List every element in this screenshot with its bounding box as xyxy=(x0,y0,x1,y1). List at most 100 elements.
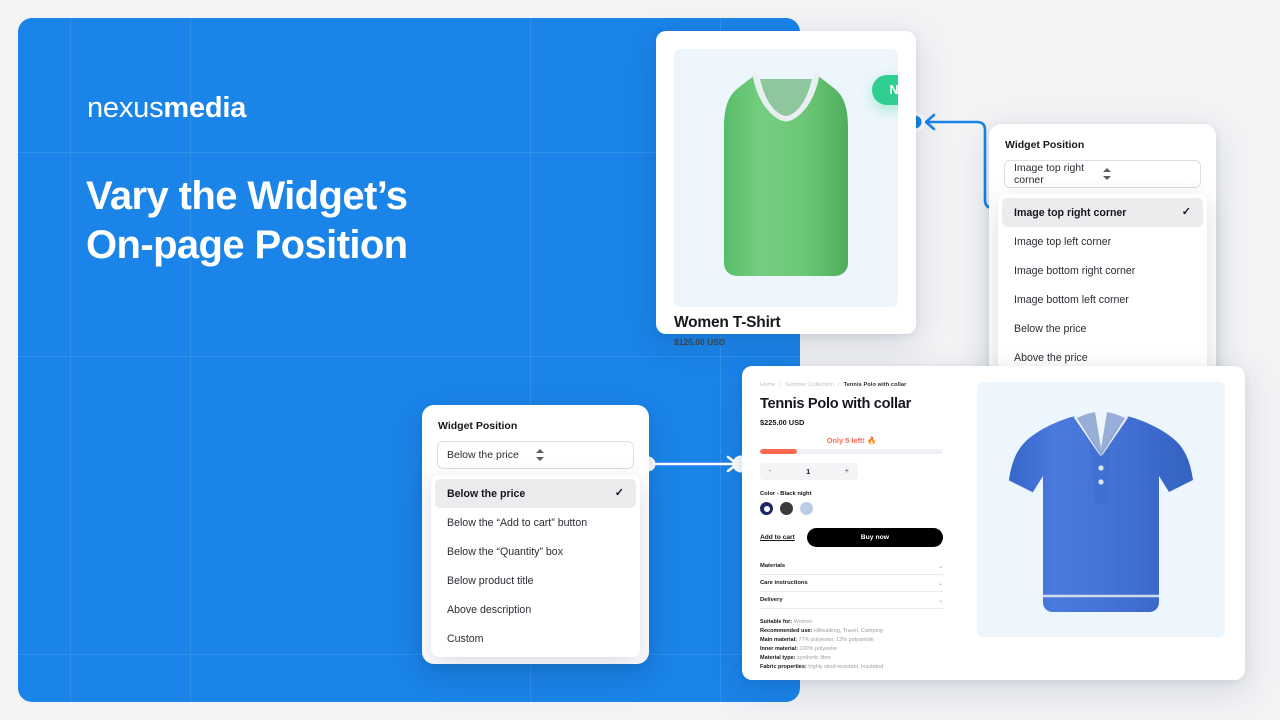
cta-row: Add to cart Buy now xyxy=(760,528,943,547)
spec-key: Fabric properties: xyxy=(760,663,807,670)
accordion-label: Materials xyxy=(760,563,786,569)
dropdown-option-label: Below the price xyxy=(1014,322,1087,335)
breadcrumb-separator: / xyxy=(779,382,781,388)
dropdown-option[interactable]: Below the price xyxy=(1002,314,1203,343)
spec-key: Suitable for: xyxy=(760,619,793,625)
pdp-gallery-column xyxy=(957,366,1245,680)
spec-value: synthetic fibre xyxy=(797,654,831,661)
accordion-list: Materials ⌄ Care instructions ⌄ Delivery… xyxy=(760,558,943,609)
brand-logo-bold: media xyxy=(163,92,247,124)
dropdown-option[interactable]: Image top left corner xyxy=(1002,227,1203,256)
breadcrumb-separator: / xyxy=(837,382,840,388)
spec-row: Recommended use: Hillwalking, Travel, Ca… xyxy=(760,627,943,636)
dropdown-option-label: Image top left corner xyxy=(1014,235,1112,248)
product-name: Women T-Shirt xyxy=(674,314,781,331)
dropdown-option-label: Above the price xyxy=(1014,351,1088,364)
grid-line-horizontal xyxy=(18,654,800,655)
spec-row: Material type: synthetic fibre xyxy=(760,654,943,663)
dropdown-option-label: Below the “Quantity” box xyxy=(447,545,563,558)
product-detail-page: Home / Summer Collection / Tennis Polo with … xyxy=(742,366,1245,680)
dropdown-option[interactable]: Below the “Quantity” box xyxy=(435,537,636,566)
polo-shirt-illustration xyxy=(1008,412,1193,612)
spec-value: highly wind-resistant, insulated xyxy=(808,663,884,670)
dropdown-option-label: Custom xyxy=(447,632,484,645)
color-swatch-selected[interactable] xyxy=(760,502,773,515)
chevron-down-icon: ⌄ xyxy=(937,580,943,587)
dropdown-option-label: Image top right corner xyxy=(1014,206,1127,219)
brand-logo-light: nexus xyxy=(87,92,164,124)
add-to-cart-button[interactable]: Add to cart xyxy=(760,534,795,541)
accordion-label: Delivery xyxy=(760,597,783,603)
stock-warning: Only 5 left! 🔥 xyxy=(826,436,877,445)
spec-row: Inner material: 100% polyester xyxy=(760,645,943,654)
grid-line-horizontal xyxy=(18,356,800,357)
pdp-price: $225.00 USD xyxy=(760,418,805,427)
spec-key: Inner material: xyxy=(760,645,798,652)
brand-logo: nexusmedia xyxy=(87,92,246,125)
check-icon: ✓ xyxy=(614,487,624,499)
page-title-line-2: On-page Position xyxy=(86,222,408,267)
widget-position-panel-left: Widget Position Below the price Below th… xyxy=(422,405,649,664)
pdp-title: Tennis Polo with collar xyxy=(760,396,911,412)
dropdown-option[interactable]: Below the price ✓ xyxy=(435,479,636,508)
widget-position-select[interactable]: Image top right corner xyxy=(1004,160,1201,188)
quantity-decrease-button[interactable]: - xyxy=(769,468,771,475)
chevron-down-icon: ⌄ xyxy=(937,563,943,570)
spec-row: Main material: 77% polyester, 13% polyam… xyxy=(760,636,943,645)
widget-position-selected-value: Below the price xyxy=(447,449,519,461)
buy-now-button[interactable]: Buy now xyxy=(806,528,943,547)
spec-value: 77% polyester, 13% polyamide xyxy=(798,636,874,643)
breadcrumb-item-home[interactable]: Home xyxy=(760,382,775,388)
grid-line-vertical xyxy=(70,18,71,702)
accordion-row[interactable]: Care instructions ⌄ xyxy=(760,575,943,592)
product-price: $125.00 USD xyxy=(674,337,726,347)
dropdown-option-label: Image bottom right corner xyxy=(1014,264,1136,277)
pdp-product-image xyxy=(977,382,1225,637)
check-icon: ✓ xyxy=(1181,206,1191,218)
dropdown-option[interactable]: Image bottom right corner xyxy=(1002,256,1203,285)
spec-key: Recommended use: xyxy=(760,627,813,634)
dropdown-option[interactable]: Image bottom left corner xyxy=(1002,285,1203,314)
dropdown-option-label: Above description xyxy=(447,603,532,616)
quantity-stepper[interactable]: - 1 + xyxy=(760,463,858,480)
page-title-line-1: Vary the Widget’s xyxy=(86,174,408,218)
quantity-increase-button[interactable]: + xyxy=(845,468,849,475)
spec-row: Fabric properties: highly wind-resistant… xyxy=(760,663,943,672)
dropdown-option[interactable]: Below product title xyxy=(435,566,636,595)
chevron-down-icon: ⌄ xyxy=(937,597,943,604)
pdp-info-column: Home / Summer Collection / Tennis Polo with … xyxy=(742,366,957,680)
widget-position-label: Widget Position xyxy=(1005,139,1085,151)
accordion-row[interactable]: Materials ⌄ xyxy=(760,558,943,575)
dropdown-option[interactable]: Above description xyxy=(435,595,636,624)
widget-position-options-left: Below the price ✓ Below the “Add to cart… xyxy=(431,475,640,657)
dropdown-option[interactable]: Custom xyxy=(435,624,636,653)
accordion-row[interactable]: Delivery ⌄ xyxy=(760,592,943,609)
color-swatches xyxy=(760,502,943,515)
color-swatch[interactable] xyxy=(800,502,813,515)
color-label: Color - Black night xyxy=(760,491,812,497)
spec-row: Suitable for: Women xyxy=(760,618,943,627)
slide-canvas: nexusmedia Vary the Widget’s On-page Pos… xyxy=(0,0,1280,720)
breadcrumb-item-collection[interactable]: Summer Collection xyxy=(785,382,834,388)
dropdown-option-label: Below the price xyxy=(447,487,526,500)
spec-key: Material type: xyxy=(760,654,796,661)
dropdown-option-label: Below the “Add to cart” button xyxy=(447,516,588,529)
stock-progress-bar xyxy=(760,449,943,454)
spec-value: 100% polyester xyxy=(799,645,838,652)
dropdown-option[interactable]: Image top right corner ✓ xyxy=(1002,198,1203,227)
dropdown-option-label: Image bottom left corner xyxy=(1014,293,1129,306)
quantity-value: 1 xyxy=(806,467,811,476)
color-swatch[interactable] xyxy=(780,502,793,515)
widget-position-label: Widget Position xyxy=(438,420,518,432)
widget-position-select[interactable]: Below the price xyxy=(437,441,634,469)
spec-list: Suitable for: Women Recommended use: Hil… xyxy=(760,618,943,671)
dropdown-option[interactable]: Below the “Add to cart” button xyxy=(435,508,636,537)
chevron-updown-icon xyxy=(1102,167,1192,181)
new-collection-badge: New collection xyxy=(872,75,898,105)
tank-top-illustration xyxy=(724,72,848,276)
widget-position-selected-value: Image top right corner xyxy=(1014,162,1085,186)
product-card[interactable]: New collection Women T-Shirt $125.00 USD xyxy=(656,31,916,347)
dropdown-option-label: Below product title xyxy=(447,574,534,587)
spec-value: Women xyxy=(793,619,813,625)
spec-key: Main material: xyxy=(760,636,797,643)
